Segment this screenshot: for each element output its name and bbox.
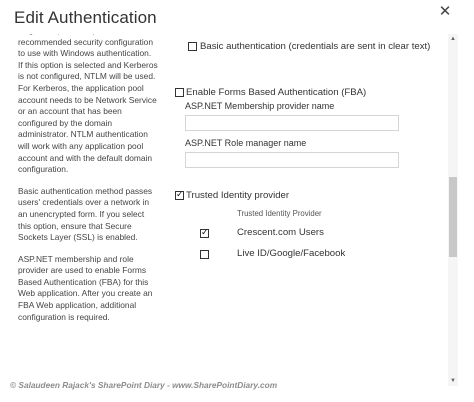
watermark: © Salaudeen Rajack's SharePoint Diary - …	[10, 380, 278, 390]
dialog-title: Edit Authentication	[14, 8, 157, 27]
trusted-provider-column-header: Trusted Identity Provider	[237, 209, 322, 218]
fba-label: Enable Forms Based Authentication (FBA)	[186, 87, 367, 98]
provider-checkbox-crescent[interactable]	[200, 227, 209, 239]
provider-label-live-google-facebook: Live ID/Google/Facebook	[237, 248, 346, 259]
scroll-up-icon[interactable]: ▲	[448, 34, 458, 44]
membership-provider-label: ASP.NET Membership provider name	[185, 101, 335, 111]
provider-checkbox-live-google-facebook[interactable]	[200, 250, 209, 259]
provider-label-crescent: Crescent.com Users	[237, 227, 324, 238]
dialog-content: Negotiate (Kerberos) is the recommended …	[0, 34, 448, 386]
role-manager-input[interactable]	[185, 152, 399, 168]
help-paragraph-fba: ASP.NET membership and role provider are…	[18, 253, 153, 322]
membership-provider-input[interactable]	[185, 115, 399, 131]
vertical-scrollbar[interactable]: ▲ ▼	[448, 34, 458, 386]
close-icon[interactable]: ✕	[436, 3, 454, 21]
basic-auth-label: Basic authentication (credentials are se…	[200, 41, 431, 52]
scrollbar-thumb[interactable]	[449, 177, 457, 257]
basic-auth-checkbox[interactable]	[188, 42, 197, 51]
trusted-identity-label: Trusted Identity provider	[186, 190, 290, 201]
edit-authentication-dialog: Edit Authentication ✕ Negotiate (Kerbero…	[0, 0, 474, 402]
role-manager-label: ASP.NET Role manager name	[185, 138, 307, 148]
trusted-identity-checkbox[interactable]	[175, 189, 184, 201]
help-paragraph-kerberos: Negotiate (Kerberos) is the recommended …	[18, 34, 158, 175]
fba-checkbox[interactable]	[175, 88, 184, 97]
help-paragraph-basic: Basic authentication method passes users…	[18, 185, 153, 243]
help-text-column: Negotiate (Kerberos) is the recommended …	[18, 34, 158, 333]
